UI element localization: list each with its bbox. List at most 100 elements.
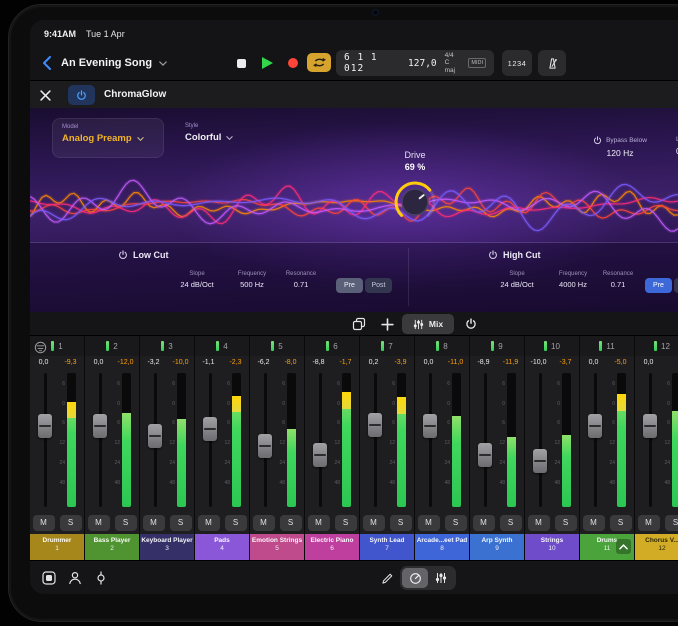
close-plugin-button[interactable]: [40, 86, 58, 104]
scale-label: 6: [282, 381, 285, 387]
duplicate-button[interactable]: [350, 315, 368, 333]
low-cut-slope[interactable]: Slope 24 dB/Oct: [169, 271, 225, 289]
volume-fader[interactable]: [423, 414, 437, 438]
track-name: Pads: [195, 537, 249, 544]
track-name-plate[interactable]: Emotion Strings5: [250, 534, 304, 560]
add-track-button[interactable]: [378, 315, 396, 333]
back-button[interactable]: [40, 52, 54, 74]
count-in-button[interactable]: 1234: [502, 50, 532, 76]
mute-solo-row: MS: [360, 511, 414, 534]
param-value: 0.71: [273, 280, 329, 289]
record-button[interactable]: [282, 52, 304, 74]
high-cut-post-button[interactable]: Post: [674, 278, 678, 293]
level-meter-fill: [287, 429, 296, 507]
track-name-plate[interactable]: Drums11: [580, 534, 634, 560]
high-cut-resonance[interactable]: Resonance 0.71: [590, 271, 646, 289]
mute-button[interactable]: M: [143, 515, 165, 531]
volume-fader[interactable]: [313, 443, 327, 467]
plugin-power-button[interactable]: [68, 85, 95, 105]
track-name: Chorus V...: [635, 537, 678, 544]
bypass-below-control[interactable]: Bypass Below 120 Hz: [570, 136, 670, 158]
track-name-plate[interactable]: Bass Player2: [85, 534, 139, 560]
solo-button[interactable]: S: [500, 515, 522, 531]
song-title[interactable]: An Evening Song: [61, 57, 152, 69]
solo-button[interactable]: S: [170, 515, 192, 531]
low-cut-post-button[interactable]: Post: [365, 278, 392, 293]
param-value: 500 Hz: [224, 280, 280, 289]
track-name-plate[interactable]: Pads4: [195, 534, 249, 560]
mute-button[interactable]: M: [583, 515, 605, 531]
model-value: Analog Preamp: [62, 133, 132, 144]
solo-button[interactable]: S: [335, 515, 357, 531]
low-cut-frequency[interactable]: Frequency 500 Hz: [224, 271, 280, 289]
volume-fader[interactable]: [258, 434, 272, 458]
mute-button[interactable]: M: [528, 515, 550, 531]
controls-view-button[interactable]: [402, 568, 428, 588]
track-filter-button[interactable]: [34, 340, 48, 354]
track-name-plate[interactable]: Drummer1: [30, 534, 84, 560]
track-name-plate[interactable]: Arp Synth9: [470, 534, 524, 560]
track-name: Arcade...eet Pad: [415, 537, 469, 544]
high-cut-slope[interactable]: Slope 24 dB/Oct: [489, 271, 545, 289]
volume-fader[interactable]: [203, 417, 217, 441]
mute-button[interactable]: M: [253, 515, 275, 531]
solo-button[interactable]: S: [610, 515, 632, 531]
chevron-up-icon[interactable]: [616, 539, 631, 554]
track-name-plate[interactable]: Arcade...eet Pad8: [415, 534, 469, 560]
scale-label: 6: [502, 420, 505, 426]
track-name-plate[interactable]: Keyboard Player3: [140, 534, 194, 560]
volume-fader[interactable]: [643, 414, 657, 438]
mute-button[interactable]: M: [88, 515, 110, 531]
volume-fader[interactable]: [588, 414, 602, 438]
mute-button[interactable]: M: [473, 515, 495, 531]
channel-mini-meter: [216, 341, 219, 351]
solo-button[interactable]: S: [225, 515, 247, 531]
model-selector[interactable]: Model Analog Preamp: [52, 118, 164, 158]
drive-knob[interactable]: [391, 178, 439, 226]
mixer-power-button[interactable]: [462, 315, 480, 333]
volume-fader[interactable]: [38, 414, 52, 438]
connections-button[interactable]: [92, 569, 110, 587]
mixer-view-button[interactable]: [428, 568, 454, 588]
solo-button[interactable]: S: [390, 515, 412, 531]
volume-fader[interactable]: [368, 413, 382, 437]
track-name-plate[interactable]: Strings10: [525, 534, 579, 560]
volume-fader[interactable]: [148, 424, 162, 448]
mute-button[interactable]: M: [33, 515, 55, 531]
mix-label: Mix: [429, 319, 443, 329]
stop-button[interactable]: [230, 52, 252, 74]
low-cut-header[interactable]: Low Cut: [118, 250, 169, 260]
track-name-plate[interactable]: Chorus V...12: [635, 534, 678, 560]
browser-button[interactable]: [40, 569, 58, 587]
lcd-display[interactable]: 6 1 1 012 127,0 4/4 C maj MIDI: [336, 50, 494, 76]
channel-number: 5: [278, 342, 282, 351]
volume-fader[interactable]: [93, 414, 107, 438]
solo-button[interactable]: S: [115, 515, 137, 531]
high-cut-header[interactable]: High Cut: [488, 250, 541, 260]
high-cut-pre-button[interactable]: Pre: [645, 278, 672, 293]
play-button[interactable]: [256, 52, 278, 74]
style-selector[interactable]: Style Colorful: [176, 118, 266, 158]
edit-button[interactable]: [378, 569, 396, 587]
solo-button[interactable]: S: [60, 515, 82, 531]
library-button[interactable]: [66, 569, 84, 587]
mute-button[interactable]: M: [198, 515, 220, 531]
mute-button[interactable]: M: [638, 515, 660, 531]
track-name-plate[interactable]: Synth Lead7: [360, 534, 414, 560]
solo-button[interactable]: S: [665, 515, 678, 531]
volume-fader[interactable]: [533, 449, 547, 473]
metronome-button[interactable]: [538, 50, 566, 76]
mix-button[interactable]: Mix: [402, 314, 454, 334]
mute-button[interactable]: M: [418, 515, 440, 531]
solo-button[interactable]: S: [555, 515, 577, 531]
low-cut-pre-button[interactable]: Pre: [336, 278, 363, 293]
solo-button[interactable]: S: [280, 515, 302, 531]
mute-button[interactable]: M: [308, 515, 330, 531]
solo-button[interactable]: S: [445, 515, 467, 531]
low-cut-resonance[interactable]: Resonance 0.71: [273, 271, 329, 289]
level-meter-fill: [122, 413, 131, 507]
volume-fader[interactable]: [478, 443, 492, 467]
track-name-plate[interactable]: Electric Piano6: [305, 534, 359, 560]
mute-button[interactable]: M: [363, 515, 385, 531]
cycle-button[interactable]: [307, 53, 331, 72]
